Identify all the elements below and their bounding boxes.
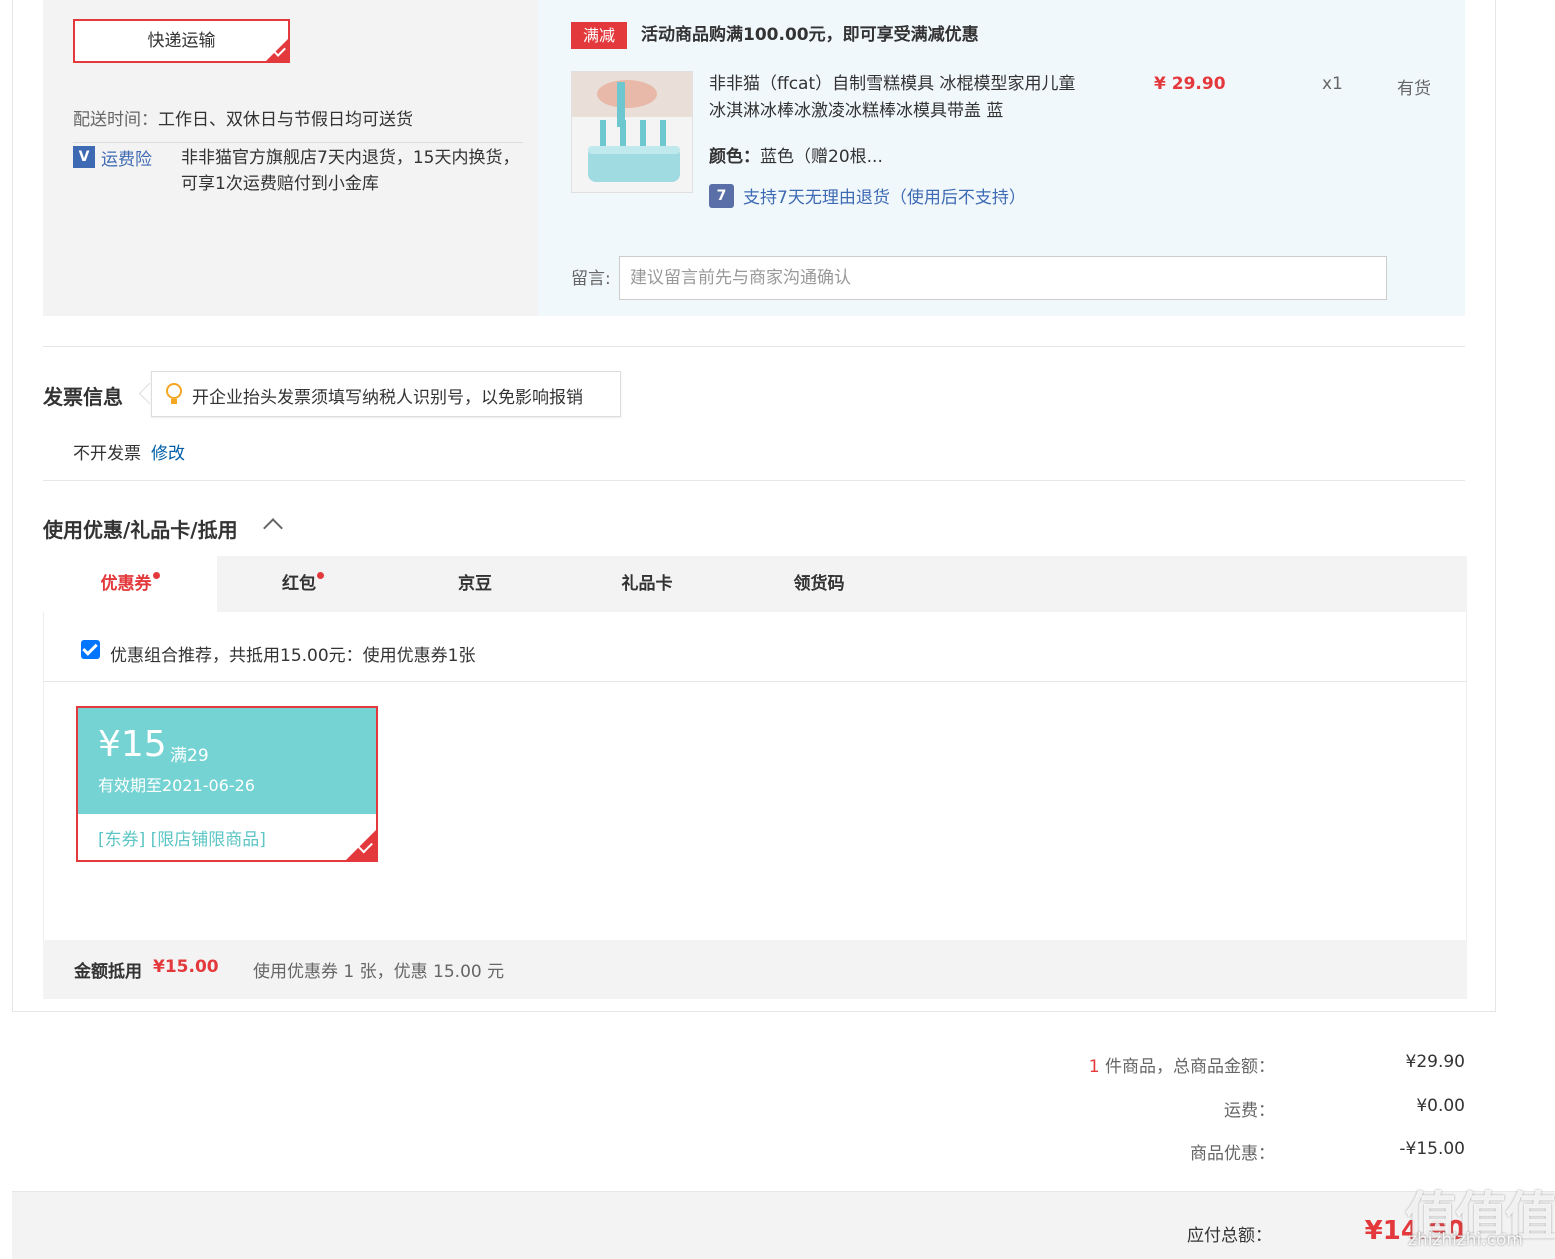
message-input[interactable] (619, 256, 1387, 300)
delivery-time-label: 配送时间： (73, 110, 158, 130)
seven-day-return-icon: 7 (709, 184, 734, 208)
tab-gift-cards[interactable]: 礼品卡 (561, 556, 733, 612)
invoice-tip-text: 开企业抬头发票须填写纳税人识别号，以免影响报销 (192, 388, 583, 408)
discount-tabs: 优惠券 红包 京豆 礼品卡 领货码 (43, 556, 1467, 612)
tab-coupons[interactable]: 优惠券 (43, 556, 217, 612)
ice-mold-illustration (572, 72, 692, 192)
shipping-fee-label: 运费： (1224, 1101, 1275, 1121)
tab-redeem-code[interactable]: 领货码 (733, 556, 905, 612)
invoice-tip: 开企业抬头发票须填写纳税人识别号，以免影响报销 (151, 371, 621, 417)
divider (43, 681, 1467, 682)
invoice-edit-link[interactable]: 修改 (151, 439, 185, 464)
payable-bar (12, 1191, 1555, 1259)
product-price: ¥ 29.90 (1154, 74, 1226, 94)
notification-dot (152, 572, 160, 579)
tab-redeem-code-label: 领货码 (793, 574, 845, 594)
freight-insurance-text: 非非猫官方旗舰店7天内退货，15天内换货，可享1次运费赔付到小金库 (181, 148, 520, 194)
shipping-fee-amount: ¥0.00 (1416, 1096, 1465, 1116)
site-watermark-url: zhizhizhi.com (1408, 1230, 1523, 1250)
goods-discount-label: 商品优惠： (1190, 1144, 1275, 1164)
goods-total-text: 件商品，总商品金额： (1105, 1057, 1275, 1077)
combo-recommend-text: 优惠组合推荐，共抵用15.00元：使用优惠券1张 (110, 646, 476, 666)
color-label: 颜色： (709, 147, 760, 167)
combo-recommend-checkbox[interactable] (81, 640, 100, 659)
discount-title: 使用优惠/礼品卡/抵用 (43, 518, 238, 542)
shield-icon: V (73, 146, 95, 168)
freight-insurance-link[interactable]: 运费险 (101, 145, 152, 170)
delivery-time-value: 工作日、双休日与节假日均可送货 (158, 110, 413, 130)
promo-badge: 满减 (571, 22, 627, 49)
product-color: 颜色：蓝色（赠20根... (709, 142, 883, 167)
tab-coupons-label: 优惠券 (100, 574, 152, 594)
discount-summary-detail: 使用优惠券 1 张，优惠 15.00 元 (253, 962, 505, 982)
payable-label: 应付总额： (1187, 1226, 1272, 1246)
coupon-threshold: 满29 (170, 746, 209, 766)
discount-summary-label: 金额抵用 (74, 962, 142, 982)
selected-check-icon (266, 39, 288, 61)
coupon-amount: ¥15 (98, 724, 167, 765)
color-value: 蓝色（赠20根... (760, 147, 883, 167)
express-shipping-label: 快递运输 (147, 31, 216, 51)
stock-status: 有货 (1397, 79, 1431, 99)
coupon-validity: 有效期至2021-06-26 (98, 776, 255, 795)
tab-red-packets-label: 红包 (282, 574, 316, 594)
selected-check-icon (346, 830, 376, 860)
invoice-value: 不开发票 (73, 444, 141, 464)
notification-dot (317, 572, 324, 579)
divider (43, 480, 1465, 481)
tab-jd-beans[interactable]: 京豆 (389, 556, 561, 612)
goods-discount-amount: -¥15.00 (1399, 1139, 1465, 1159)
promo-text: 活动商品购满100.00元，即可享受满减优惠 (641, 25, 979, 45)
discount-summary-amount: ¥15.00 (153, 957, 219, 977)
return-policy-link[interactable]: 支持7天无理由退货（使用后不支持） (743, 183, 1026, 208)
coupon-header: ¥15 满29 有效期至2021-06-26 (78, 708, 376, 814)
divider (43, 346, 1465, 347)
product-image[interactable] (571, 71, 693, 193)
coupon-tags: [东券] [限店铺限商品] (98, 830, 266, 850)
product-quantity: x1 (1322, 74, 1343, 94)
express-shipping-option[interactable]: 快递运输 (73, 19, 290, 63)
goods-total-amount: ¥29.90 (1405, 1052, 1465, 1072)
goods-total-label: 1 件商品，总商品金额： (1089, 1052, 1275, 1077)
lightbulb-icon (166, 383, 182, 404)
tab-gift-cards-label: 礼品卡 (621, 574, 673, 594)
tab-jd-beans-label: 京豆 (458, 574, 492, 594)
divider (73, 142, 523, 143)
item-count: 1 (1088, 1057, 1100, 1077)
coupon-card[interactable]: ¥15 满29 有效期至2021-06-26 [东券] [限店铺限商品] (76, 706, 378, 862)
invoice-title: 发票信息 (43, 385, 123, 409)
delivery-time: 配送时间：工作日、双休日与节假日均可送货 (73, 105, 413, 130)
message-label: 留言: (571, 269, 611, 289)
tab-red-packets[interactable]: 红包 (217, 556, 389, 612)
product-title[interactable]: 非非猫（ffcat）自制雪糕模具 冰棍模型家用儿童冰淇淋冰棒冰激凌冰糕棒冰模具带… (709, 71, 1079, 125)
